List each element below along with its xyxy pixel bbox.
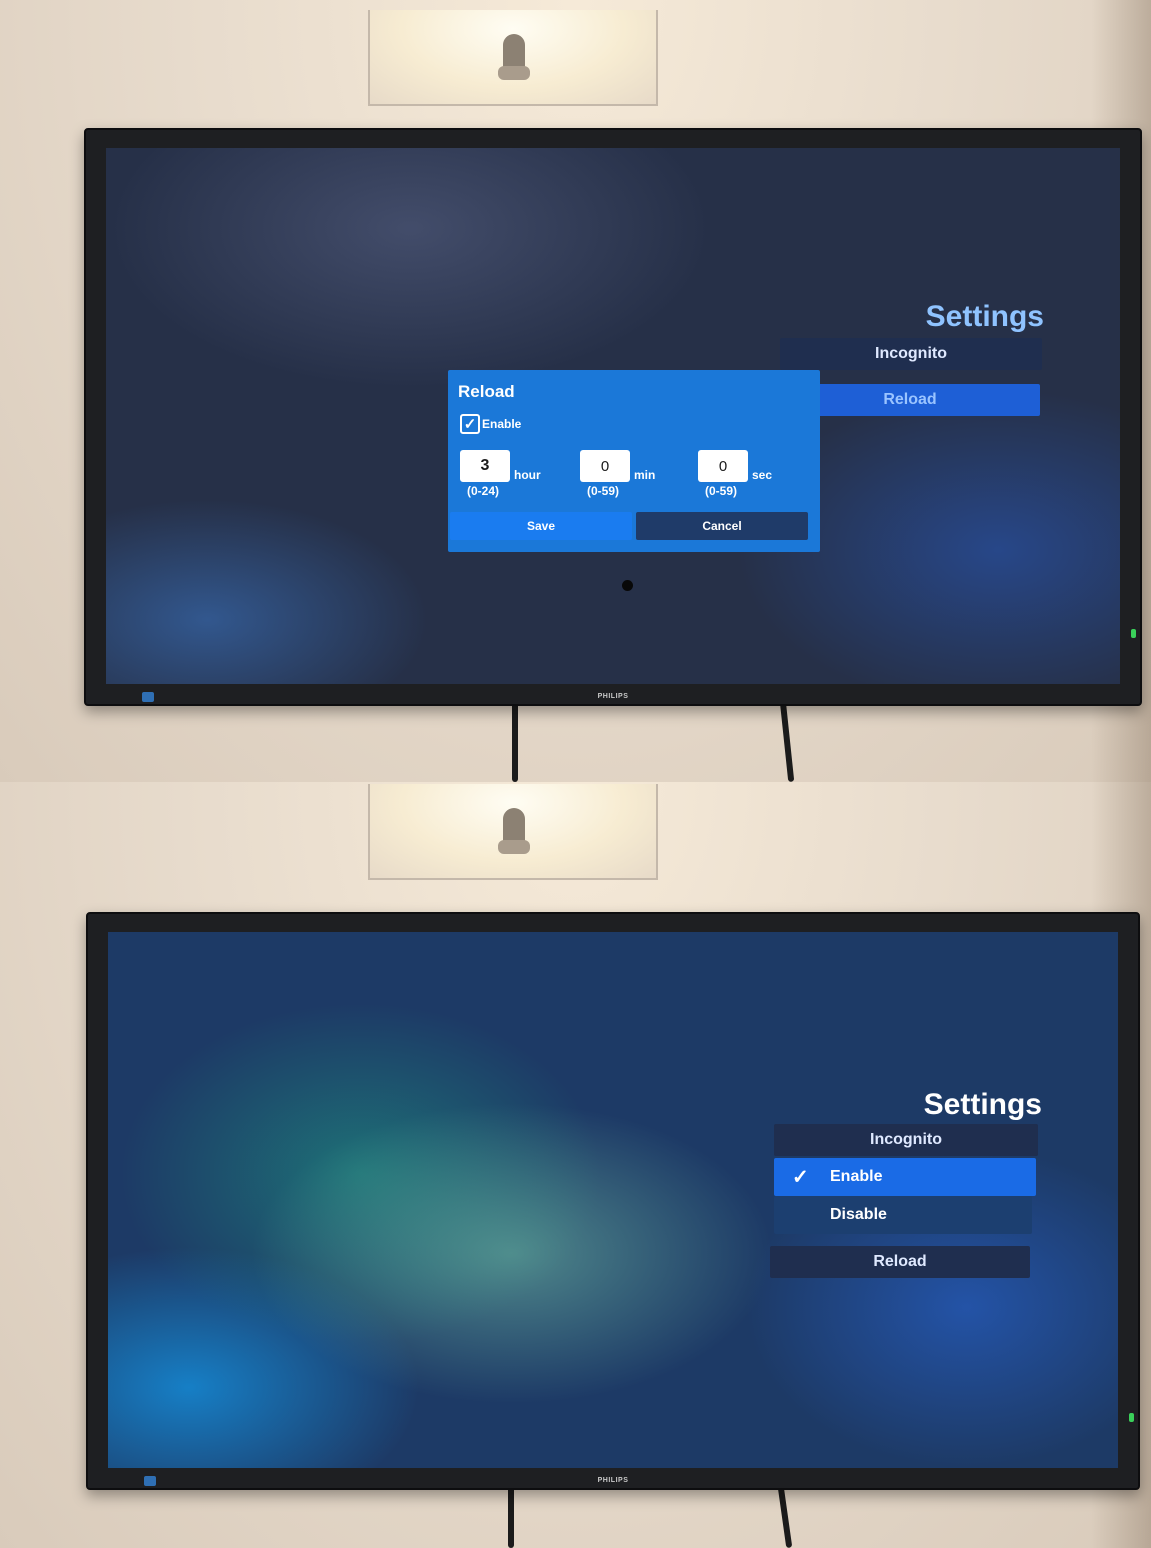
tv-screen: Settings Incognito Reload Reload ✓ Enabl… — [106, 148, 1120, 684]
lamp-base — [498, 840, 530, 854]
option-label: Enable — [830, 1168, 883, 1185]
brand-logo: PHILIPS — [597, 1477, 629, 1484]
option-label: Disable — [830, 1206, 887, 1223]
tv-monitor: Settings Incognito Reload Reload ✓ Enabl… — [84, 128, 1142, 706]
reload-dialog: Reload ✓ Enable hour (0-24) min (0-59) — [448, 370, 820, 552]
menu-option-disable[interactable]: Disable — [774, 1196, 1032, 1234]
wall-lamp — [368, 784, 658, 880]
lamp-base — [498, 66, 530, 80]
enable-checkbox[interactable]: ✓ — [460, 414, 480, 434]
hour-input[interactable] — [460, 450, 510, 482]
enable-label: Enable — [482, 417, 522, 431]
menu-item-incognito[interactable]: Incognito — [774, 1124, 1038, 1156]
menu-item-reload[interactable]: Reload — [770, 1246, 1030, 1278]
power-led-icon — [1131, 629, 1136, 638]
minute-unit-label: min — [634, 468, 656, 482]
brand-logo: PHILIPS — [597, 693, 629, 700]
second-unit-label: sec — [752, 468, 773, 482]
save-button[interactable]: Save — [450, 512, 632, 540]
settings-title: Settings — [923, 1088, 1042, 1121]
second-range-label: (0-59) — [705, 484, 738, 498]
settings-title: Settings — [925, 300, 1044, 333]
tv-monitor: Settings Incognito ✓ Enable Disable Relo… — [86, 912, 1140, 1490]
enable-checkbox-row[interactable]: ✓ Enable — [460, 414, 521, 434]
menu-option-enable[interactable]: ✓ Enable — [774, 1158, 1036, 1196]
energy-label-icon — [144, 1476, 156, 1486]
power-cable — [512, 700, 518, 782]
wall-lamp — [368, 10, 658, 106]
minute-input[interactable] — [580, 450, 630, 482]
photo-top: Settings Incognito Reload Reload ✓ Enabl… — [0, 0, 1151, 782]
hour-unit-label: hour — [514, 468, 541, 482]
minute-range-label: (0-59) — [587, 484, 620, 498]
power-cable — [508, 1486, 514, 1548]
tv-screen: Settings Incognito ✓ Enable Disable Relo… — [108, 932, 1118, 1468]
power-led-icon — [1129, 1413, 1134, 1422]
hour-range-label: (0-24) — [467, 484, 500, 498]
dialog-title: Reload — [458, 382, 515, 401]
photo-bottom: Settings Incognito ✓ Enable Disable Relo… — [0, 782, 1151, 1548]
second-input[interactable] — [698, 450, 748, 482]
cancel-button[interactable]: Cancel — [636, 512, 808, 540]
checkmark-icon: ✓ — [463, 415, 477, 433]
checkmark-icon: ✓ — [792, 1166, 809, 1189]
menu-item-incognito[interactable]: Incognito — [780, 338, 1042, 370]
energy-label-icon — [142, 692, 154, 702]
pointer-cursor — [622, 580, 633, 591]
